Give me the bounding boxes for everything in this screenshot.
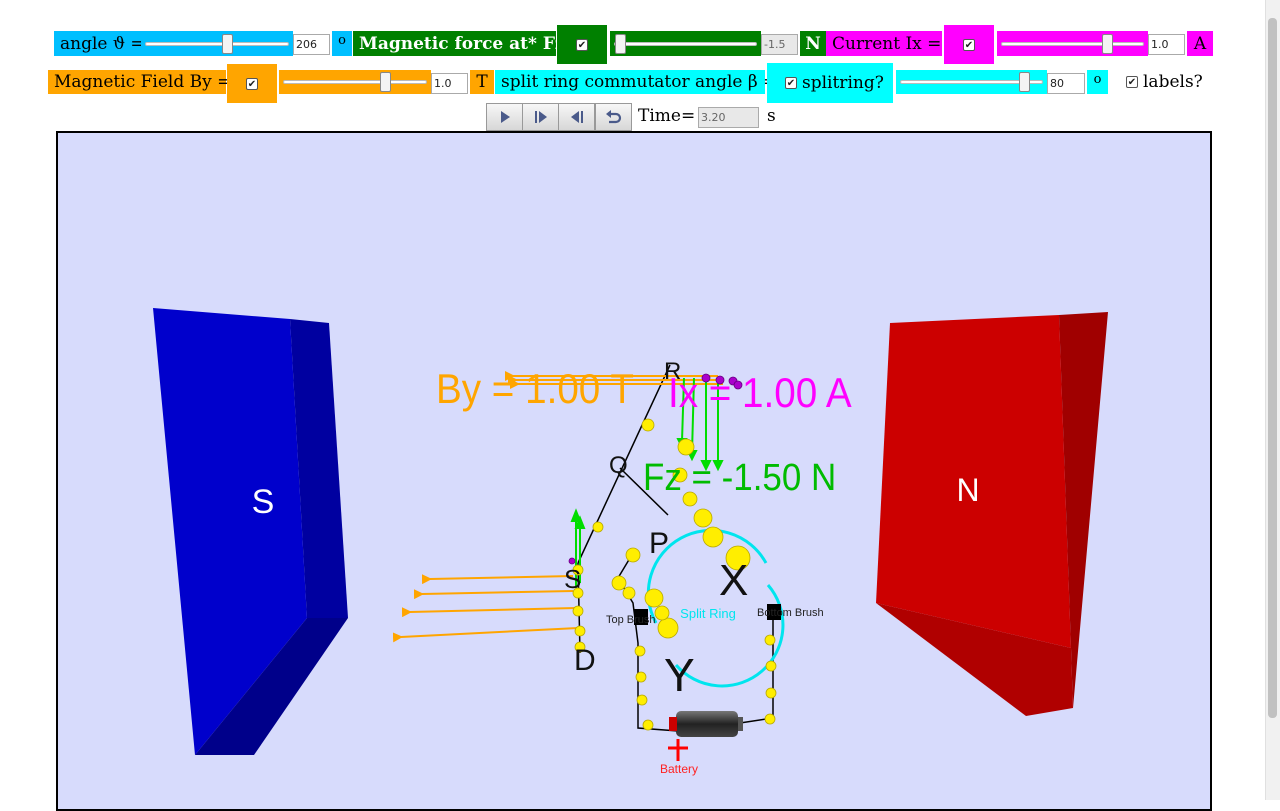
angle-slider[interactable] [141,31,293,56]
current-label: Current Ix = [826,31,942,56]
axis-y-label: Y [664,649,695,701]
point-p-label: P [649,527,669,560]
current-checkbox-box[interactable]: ✔ [944,25,994,64]
split-ring-label: Split Ring [680,606,736,621]
reset-icon [605,110,621,124]
labels-toggle[interactable]: ✔ labels? [1126,70,1216,94]
step-forward-icon [534,111,547,123]
splitring-label: splitring? [802,73,884,93]
step-back-icon [570,111,583,123]
point-q-label: Q [609,452,628,479]
play-icon [500,111,510,123]
magnet-n: N [876,312,1108,716]
step-back-button[interactable] [558,103,595,131]
force-checkbox[interactable]: ✔ [576,38,588,51]
labels-checkbox[interactable]: ✔ [1126,76,1138,88]
current-value-field[interactable]: 1.0 [1148,34,1185,55]
axis-x-label: X [719,556,748,605]
angle-value-field[interactable]: 206 [293,34,330,55]
field-label: Magnetic Field By = [48,70,231,94]
field-checkbox-box[interactable]: ✔ [227,64,277,103]
commutator-value-field[interactable]: 80 [1047,73,1085,94]
magnet-s: S [153,308,348,755]
commutator-slider-thumb[interactable] [1018,72,1030,92]
commutator-label: split ring commutator angle β = [495,70,777,94]
battery-label: Battery [660,762,698,776]
time-unit: s [767,106,776,126]
force-label: Magnetic force at* Fz = [353,31,585,56]
force-slider[interactable] [610,31,761,56]
top-brush-label: Top Brush [606,614,656,626]
force-checkbox-box[interactable]: ✔ [557,25,607,64]
page-scrollbar[interactable] [1265,0,1280,800]
force-slider-thumb[interactable] [614,33,626,54]
time-value-field: 3.20 [698,107,759,128]
splitring-checkbox-box[interactable]: ✔ splitring? [767,63,893,103]
step-forward-button[interactable] [522,103,559,131]
field-slider[interactable] [279,70,431,94]
page-scrollbar-thumb[interactable] [1268,18,1277,718]
magnet-s-label: S [252,483,275,521]
bottom-brush-label: Bottom Brush [757,607,824,619]
field-checkbox[interactable]: ✔ [246,77,258,90]
current-slider[interactable] [997,31,1148,56]
field-value-field[interactable]: 1.0 [431,73,468,94]
time-label: Time= [638,106,696,126]
play-button[interactable] [486,103,523,131]
field-unit: T [470,70,494,94]
motor-scene[interactable]: S N Split Ring Top Brush Bottom Brush Ba… [58,133,1210,809]
fz-label: Fz = -1.50 N [643,456,836,499]
angle-label: angle ϑ = [54,31,145,56]
ix-label: Ix = 1.00 A [668,368,852,416]
simulation-view[interactable]: S N Split Ring Top Brush Bottom Brush Ba… [56,131,1212,811]
commutator-slider[interactable] [896,70,1047,94]
field-slider-thumb[interactable] [380,72,392,92]
current-slider-thumb[interactable] [1101,33,1113,54]
point-s-label: S [564,564,581,594]
labels-label: labels? [1143,72,1203,92]
point-d-label: D [574,644,596,677]
point-r-label: R [664,358,681,385]
magnet-n-label: N [956,472,979,508]
current-checkbox[interactable]: ✔ [963,38,975,51]
splitring-checkbox[interactable]: ✔ [785,77,797,89]
by-label: By = 1.00 T [436,364,634,412]
current-unit: A [1187,31,1213,56]
force-value-field[interactable]: -1.5 [761,34,798,55]
reset-button[interactable] [595,103,632,131]
force-unit: N [800,31,826,56]
angle-slider-thumb[interactable] [221,33,233,54]
angle-unit: o [332,31,352,56]
battery: Battery [660,711,743,776]
commutator-unit: o [1087,70,1108,94]
